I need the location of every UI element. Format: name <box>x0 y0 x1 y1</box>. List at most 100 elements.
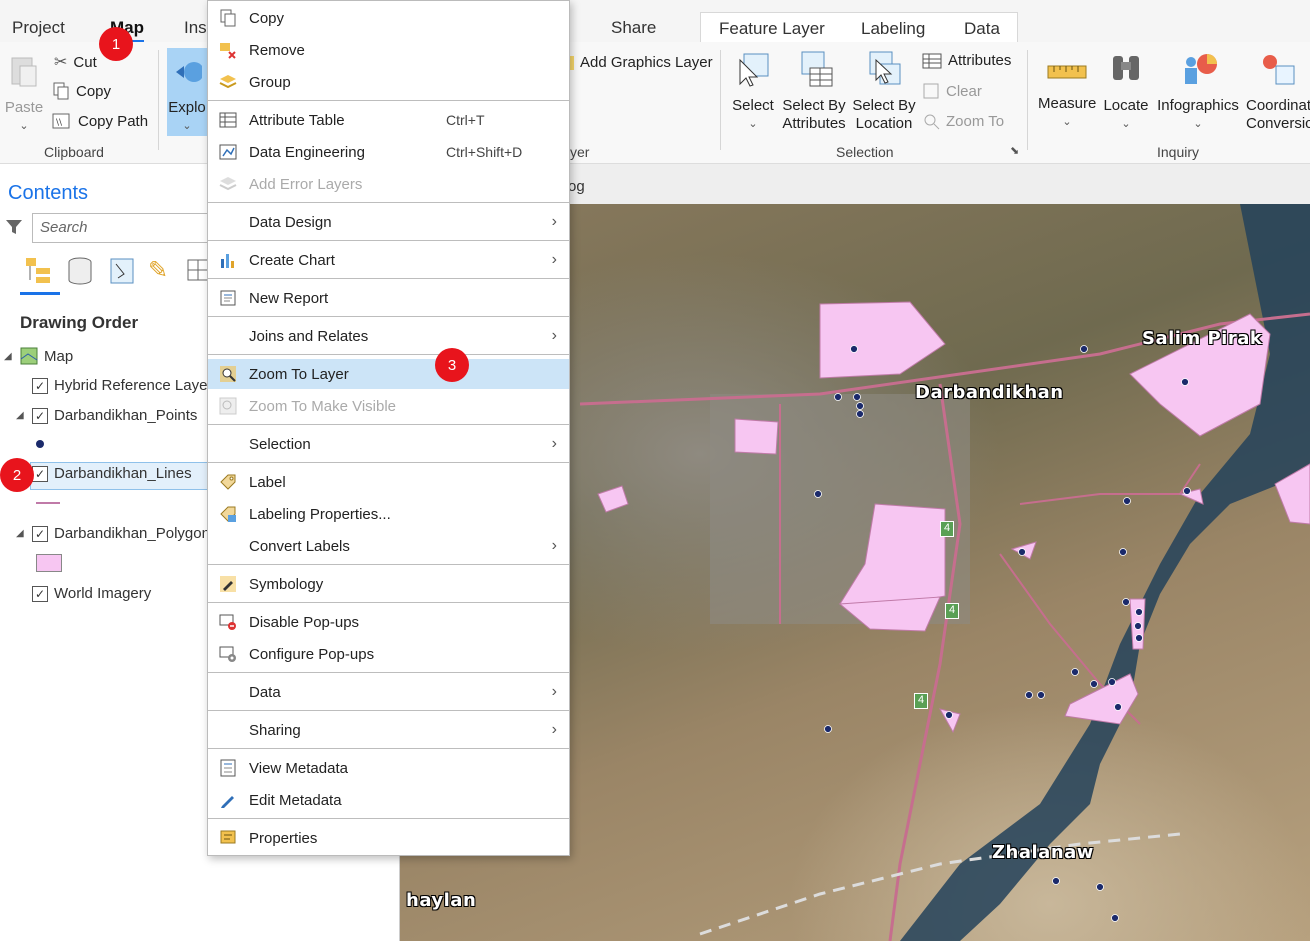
layer-group-label: yer <box>570 144 590 160</box>
visibility-checkbox[interactable]: ✓ <box>32 585 48 602</box>
tab-feature-layer[interactable]: Feature Layer <box>719 19 825 39</box>
active-view-indicator <box>20 292 60 295</box>
menu-item-labeling-properties[interactable]: Labeling Properties... <box>208 499 569 529</box>
menu-item-add-error-layers[interactable]: Add Error Layers <box>208 169 569 199</box>
menu-item-group[interactable]: Group <box>208 67 569 97</box>
measure-button[interactable]: Measure ⌄ <box>1038 56 1096 131</box>
menu-item-view-metadata[interactable]: View Metadata <box>208 753 569 783</box>
drawing-order-icon[interactable] <box>24 256 54 286</box>
menu-item-edit-metadata[interactable]: Edit Metadata <box>208 785 569 815</box>
coordinate-conversion-button[interactable]: Coordinat Conversic <box>1246 50 1310 133</box>
visibility-checkbox[interactable]: ✓ <box>32 465 48 482</box>
menu-item-selection[interactable]: Selection › <box>208 429 569 459</box>
menu-item-label[interactable]: Label <box>208 467 569 497</box>
filter-icon[interactable] <box>5 218 23 236</box>
clear-selection-button[interactable]: Clear <box>922 82 982 100</box>
copy-path-button[interactable]: \\ Copy Path <box>52 112 148 130</box>
explore-button[interactable]: Explo ⌄ <box>167 48 207 136</box>
tab-labeling[interactable]: Labeling <box>861 19 925 39</box>
menu-item-copy[interactable]: Copy <box>208 3 569 33</box>
locate-button[interactable]: Locate ⌄ <box>1102 50 1150 133</box>
drawing-order-heading: Drawing Order <box>20 313 139 332</box>
visibility-checkbox[interactable]: ✓ <box>32 377 48 394</box>
visibility-checkbox[interactable]: ✓ <box>32 407 48 424</box>
infographics-button[interactable]: Infographics ⌄ <box>1156 50 1240 133</box>
menu-item-zoom-to-make-visible[interactable]: Zoom To Make Visible <box>208 391 569 421</box>
copy-path-icon: \\ <box>52 113 70 129</box>
copy-button[interactable]: Copy <box>52 82 111 100</box>
collapse-triangle-icon[interactable]: ◢ <box>4 351 14 362</box>
menu-item-remove[interactable]: Remove <box>208 35 569 65</box>
tree-item-world-imagery[interactable]: ✓ World Imagery <box>32 585 151 602</box>
menu-item-disable-popups[interactable]: Disable Pop-ups <box>208 607 569 637</box>
menu-item-convert-labels[interactable]: Convert Labels › <box>208 531 569 561</box>
tab-project[interactable]: Project <box>12 18 65 38</box>
visibility-checkbox[interactable]: ✓ <box>32 525 48 542</box>
menu-separator <box>208 354 569 355</box>
symbology-brush-icon <box>220 576 236 592</box>
menu-item-joins-and-relates[interactable]: Joins and Relates › <box>208 321 569 351</box>
ribbon: Paste ⌄ ✂ Cut Copy \\ Copy Path Clipboard … <box>0 42 1310 164</box>
contents-search-input[interactable]: Search <box>32 213 232 243</box>
collapse-triangle-icon[interactable]: ◢ <box>16 410 26 421</box>
tree-item-map[interactable]: ◢ Map <box>4 347 73 365</box>
attributes-button[interactable]: Attributes <box>922 52 1011 69</box>
select-by-attributes-icon <box>801 51 833 87</box>
zoom-visible-icon <box>219 397 237 415</box>
menu-item-symbology[interactable]: Symbology <box>208 569 569 599</box>
chevron-down-icon: ⌄ <box>1193 118 1203 130</box>
menu-separator <box>208 278 569 279</box>
tree-item-darbandikhan-polygons[interactable]: ◢ ✓ Darbandikhan_Polygons <box>16 525 217 542</box>
configure-popups-icon <box>219 646 236 662</box>
clear-icon <box>923 83 939 99</box>
tab-insert[interactable]: Ins <box>184 18 207 38</box>
menu-item-properties[interactable]: Properties <box>208 823 569 853</box>
menu-item-configure-popups[interactable]: Configure Pop-ups <box>208 639 569 669</box>
menu-item-data-design[interactable]: Data Design › <box>208 207 569 237</box>
menu-separator <box>208 818 569 819</box>
zoom-to-selection-button[interactable]: Zoom To <box>922 112 1004 130</box>
menu-item-sharing[interactable]: Sharing › <box>208 715 569 745</box>
editing-pencil-icon[interactable]: ✎ <box>148 256 168 285</box>
data-source-icon[interactable] <box>66 256 94 286</box>
menu-item-zoom-to-layer[interactable]: Zoom To Layer <box>208 359 569 389</box>
dialog-launcher-icon[interactable]: ⬊ <box>1010 144 1019 157</box>
chevron-down-icon: ⌄ <box>1062 116 1072 128</box>
menu-item-data-engineering[interactable]: Data Engineering Ctrl+Shift+D <box>208 137 569 167</box>
tab-share[interactable]: Share <box>611 18 656 38</box>
tab-data[interactable]: Data <box>964 19 1000 39</box>
label-icon <box>220 474 236 490</box>
menu-separator <box>208 672 569 673</box>
step-badge-3: 3 <box>435 348 469 382</box>
paste-button[interactable]: Paste ⌄ <box>4 54 44 135</box>
menu-item-data[interactable]: Data › <box>208 677 569 707</box>
menu-separator <box>208 710 569 711</box>
menu-item-attribute-table[interactable]: Attribute Table Ctrl+T <box>208 105 569 135</box>
menu-item-create-chart[interactable]: Create Chart › <box>208 245 569 275</box>
tree-item-darbandikhan-lines[interactable]: ✓ Darbandikhan_Lines <box>32 465 192 482</box>
menu-separator <box>208 424 569 425</box>
select-by-location-button[interactable]: Select By Location <box>852 50 916 133</box>
map-label-salim-pirak: Salim Pirak <box>1142 328 1263 349</box>
tree-item-darbandikhan-points[interactable]: ◢ ✓ Darbandikhan_Points <box>16 407 197 424</box>
layer-context-menu: Copy Remove Group Attribute Table Ctrl+T… <box>207 0 570 856</box>
zoom-to-layer-icon <box>220 366 236 382</box>
add-graphics-layer-button[interactable]: Add Graphics Layer <box>560 54 713 71</box>
tree-item-hybrid-reference-layer[interactable]: ✓ Hybrid Reference Layer <box>32 377 212 394</box>
selection-list-icon[interactable] <box>108 256 136 286</box>
binoculars-icon <box>1113 56 1139 80</box>
ribbon-tab-bar: Project Map Ins Share Feature Layer Labe… <box>0 0 1310 44</box>
table-icon <box>922 53 942 68</box>
group-layers-icon <box>219 75 237 89</box>
map-label-haylan: haylan <box>406 890 477 911</box>
coordinate-conversion-icon <box>1263 55 1295 85</box>
menu-item-new-report[interactable]: New Report <box>208 283 569 313</box>
select-button[interactable]: Select ⌄ <box>730 50 776 133</box>
select-by-attributes-button[interactable]: Select By Attributes <box>780 50 848 133</box>
collapse-triangle-icon[interactable]: ◢ <box>16 528 26 539</box>
properties-icon <box>220 830 236 844</box>
map-view-tab-label[interactable]: og <box>568 178 585 195</box>
cut-button[interactable]: ✂ Cut <box>54 52 97 72</box>
map-icon <box>20 347 38 365</box>
select-by-location-icon <box>869 51 901 85</box>
